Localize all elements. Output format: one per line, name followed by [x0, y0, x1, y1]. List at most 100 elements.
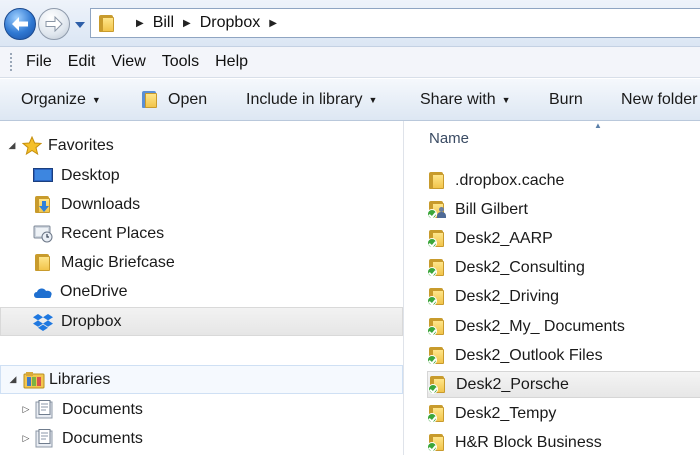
- expand-triangle-icon[interactable]: ▷: [20, 433, 32, 444]
- recent-places-icon: [33, 225, 53, 243]
- menu-view[interactable]: View: [103, 53, 153, 71]
- synced-folder-icon: [427, 318, 447, 336]
- file-row[interactable]: .dropbox.cache: [427, 167, 700, 194]
- open-label: Open: [168, 90, 208, 108]
- nav-item-onedrive[interactable]: OneDrive: [0, 277, 403, 306]
- nav-item-label: Magic Briefcase: [61, 253, 175, 271]
- burn-label: Burn: [549, 90, 583, 108]
- chevron-down-icon: ▼: [91, 94, 101, 105]
- share-with-button[interactable]: Share with ▼: [420, 91, 511, 109]
- back-arrow-icon: [12, 17, 28, 31]
- nav-item-magic-briefcase[interactable]: Magic Briefcase: [0, 248, 403, 277]
- breadcrumb-separator-icon[interactable]: ▶: [183, 18, 191, 29]
- file-name: Desk2_Consulting: [455, 258, 585, 276]
- file-row[interactable]: Desk2_Outlook Files: [427, 342, 700, 369]
- back-button[interactable]: [4, 8, 36, 40]
- downloads-folder-icon: [33, 196, 53, 213]
- collapse-triangle-icon[interactable]: ◢: [7, 374, 19, 385]
- menu-help[interactable]: Help: [207, 53, 256, 71]
- collapse-triangle-icon[interactable]: ◢: [6, 140, 18, 151]
- share-with-label: Share with: [420, 90, 496, 108]
- nav-item-label: Desktop: [61, 166, 120, 184]
- nav-item-documents[interactable]: ▷ Documents: [0, 395, 403, 424]
- forward-arrow-icon: [45, 16, 63, 32]
- chevron-down-icon: ▼: [501, 94, 511, 105]
- file-name: H&R Block Business: [455, 433, 602, 451]
- breadcrumb-separator-icon[interactable]: ▶: [136, 18, 144, 29]
- folder-icon: [33, 254, 53, 271]
- chevron-down-icon: [75, 22, 85, 28]
- organize-button[interactable]: Organize ▼: [21, 91, 101, 109]
- synced-folder-icon: [427, 288, 447, 306]
- shared-synced-folder-icon: [427, 201, 447, 219]
- nav-item-desktop[interactable]: Desktop: [0, 161, 403, 190]
- menu-file[interactable]: File: [18, 53, 60, 71]
- open-folder-icon: [140, 91, 162, 108]
- file-name: Desk2_Tempy: [455, 404, 557, 422]
- file-row[interactable]: Desk2_Driving: [427, 283, 700, 310]
- breadcrumb-separator-icon[interactable]: ▶: [269, 18, 277, 29]
- include-in-library-button[interactable]: Include in library ▼: [246, 91, 377, 109]
- synced-folder-icon: [428, 376, 448, 394]
- include-in-library-label: Include in library: [246, 90, 363, 108]
- documents-library-icon: [35, 428, 53, 447]
- nav-item-documents[interactable]: ▷ Documents: [0, 424, 403, 453]
- folder-icon: [97, 14, 117, 32]
- file-row[interactable]: Bill Gilbert: [427, 196, 700, 223]
- recent-pages-dropdown[interactable]: [74, 20, 86, 30]
- synced-folder-icon: [427, 230, 447, 248]
- nav-item-label: Documents: [62, 429, 143, 447]
- column-header-name[interactable]: Name: [429, 130, 469, 147]
- menu-grip: [10, 53, 13, 71]
- synced-folder-icon: [427, 405, 447, 423]
- open-button[interactable]: Open: [140, 91, 207, 109]
- libraries-icon: [23, 371, 45, 388]
- file-row[interactable]: Desk2_My_ Documents: [427, 313, 700, 340]
- forward-button[interactable]: [38, 8, 70, 40]
- nav-item-label: OneDrive: [60, 282, 128, 300]
- address-bar: ▶ Bill ▶ Dropbox ▶: [0, 0, 700, 47]
- nav-item-label: Recent Places: [61, 224, 165, 242]
- synced-folder-icon: [427, 259, 447, 277]
- file-name: Desk2_Outlook Files: [455, 346, 603, 364]
- nav-libraries-label: Libraries: [49, 370, 111, 388]
- burn-button[interactable]: Burn: [549, 91, 583, 109]
- file-row[interactable]: H&R Block Business: [427, 429, 700, 455]
- onedrive-icon: [34, 287, 52, 298]
- nav-item-label: Dropbox: [61, 312, 122, 330]
- file-list[interactable]: ▲ Name .dropbox.cache Bill Gilbert Desk2…: [405, 121, 700, 455]
- expand-triangle-icon[interactable]: ▷: [20, 404, 32, 415]
- sort-ascending-icon: ▲: [594, 121, 602, 130]
- file-name: Bill Gilbert: [455, 200, 528, 218]
- organize-label: Organize: [21, 90, 86, 108]
- file-name: Desk2_My_ Documents: [455, 317, 625, 335]
- nav-favorites-header[interactable]: ◢ Favorites: [0, 131, 403, 160]
- dropbox-icon: [33, 313, 53, 331]
- file-row[interactable]: Desk2_Tempy: [427, 400, 700, 427]
- synced-folder-icon: [427, 347, 447, 365]
- menu-edit[interactable]: Edit: [60, 53, 104, 71]
- nav-libraries-header[interactable]: ◢ Libraries: [0, 365, 403, 394]
- nav-item-dropbox[interactable]: Dropbox: [0, 307, 403, 336]
- nav-item-recent-places[interactable]: Recent Places: [0, 219, 403, 248]
- nav-favorites-label: Favorites: [48, 136, 114, 154]
- file-name: Desk2_AARP: [455, 229, 553, 247]
- nav-item-label: Downloads: [61, 195, 141, 213]
- file-name: Desk2_Driving: [455, 287, 560, 305]
- command-bar: Organize ▼ Open Include in library ▼ Sha…: [0, 79, 700, 121]
- desktop-icon: [33, 167, 53, 182]
- menu-tools[interactable]: Tools: [154, 53, 207, 71]
- file-row[interactable]: Desk2_AARP: [427, 225, 700, 252]
- menu-bar: File Edit View Tools Help: [0, 47, 700, 78]
- documents-library-icon: [35, 399, 53, 418]
- file-row[interactable]: Desk2_Consulting: [427, 254, 700, 281]
- address-field[interactable]: ▶ Bill ▶ Dropbox ▶: [90, 8, 700, 38]
- breadcrumb-item-dropbox[interactable]: Dropbox: [200, 14, 260, 32]
- folder-icon: [427, 172, 447, 189]
- nav-item-downloads[interactable]: Downloads: [0, 190, 403, 219]
- navigation-pane[interactable]: ◢ Favorites Desktop Downloads Recent Pla…: [0, 121, 404, 455]
- nav-item-label: Documents: [62, 400, 143, 418]
- new-folder-button[interactable]: New folder: [621, 91, 697, 109]
- file-row[interactable]: Desk2_Porsche: [427, 371, 700, 398]
- breadcrumb-item-bill[interactable]: Bill: [153, 14, 174, 32]
